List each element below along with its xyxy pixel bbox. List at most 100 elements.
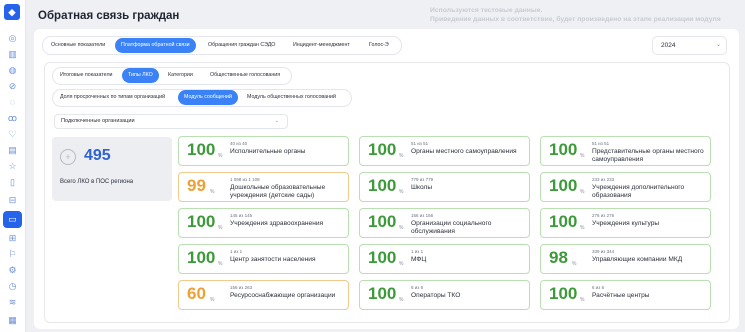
tab-votes-module[interactable]: Модуль общественных голосований bbox=[241, 90, 342, 105]
org-type-tile[interactable]: 100% 276 из 276 Учреждения культуры bbox=[540, 208, 711, 238]
document-icon[interactable]: ▯ bbox=[6, 176, 19, 189]
chat-icon[interactable]: ◌ bbox=[6, 96, 19, 109]
tile-count: 51 из 51 bbox=[411, 141, 429, 146]
total-lko-card: + 495 Всего ЛКО в ПОС региона bbox=[52, 137, 172, 201]
tab-messages-module[interactable]: Модуль сообщений bbox=[178, 90, 238, 105]
org-type-tile[interactable]: 100% 51 из 51 Органы местного самоуправлен… bbox=[359, 136, 530, 166]
org-type-tile[interactable]: 99% 1 098 из 1 108 Дошкольные образователь… bbox=[178, 172, 349, 202]
tab-feedback-platform[interactable]: Платформа обратной связи bbox=[115, 38, 196, 53]
tab-incident-management[interactable]: Инцидент-менеджмент bbox=[287, 38, 356, 53]
tile-percent-sign: % bbox=[399, 153, 404, 159]
tile-percent: 100 bbox=[187, 248, 216, 267]
tile-org-type: Управляющие компании МКД bbox=[592, 256, 683, 263]
tab-overdue-share[interactable]: Доля просроченных по типам организаций bbox=[54, 90, 171, 105]
organization-icon: + bbox=[60, 149, 76, 165]
bank-icon[interactable]: ⊞ bbox=[6, 232, 19, 245]
tab-public-votes[interactable]: Общественные голосования bbox=[204, 68, 286, 83]
chevron-down-icon: ⌄ bbox=[715, 42, 721, 48]
tile-percent: 100 bbox=[368, 140, 397, 159]
tile-percent-sign: % bbox=[399, 261, 404, 267]
org-type-tile[interactable]: 100% 1 из 1 МФЦ bbox=[359, 244, 530, 274]
tile-count: 40 из 40 bbox=[230, 141, 248, 146]
tile-org-type: Ресурсоснабжающие организации bbox=[230, 292, 336, 299]
flag-icon[interactable]: ⚐ bbox=[6, 248, 19, 261]
tile-percent: 100 bbox=[549, 212, 578, 231]
org-type-tile[interactable]: 100% 6 из 6 Операторы ТКО bbox=[359, 280, 530, 310]
tile-org-type: Расчётные центры bbox=[592, 292, 650, 299]
tile-count: 6 из 6 bbox=[592, 285, 605, 290]
org-type-tile[interactable]: 98% 339 из 344 Управляющие компании МКД bbox=[540, 244, 711, 274]
tile-count: 1 098 из 1 108 bbox=[230, 177, 260, 182]
tile-org-type: Учреждения дополнительного образования bbox=[592, 184, 685, 199]
tile-percent-sign: % bbox=[210, 189, 215, 195]
org-type-tile[interactable]: 100% 40 из 40 Исполнительные органы bbox=[178, 136, 349, 166]
tile-org-type: МФЦ bbox=[411, 256, 427, 263]
list-icon[interactable]: ▦ bbox=[6, 314, 19, 327]
tile-percent-sign: % bbox=[572, 261, 577, 267]
tile-percent: 100 bbox=[368, 284, 397, 303]
tab-lko-types[interactable]: Типы ЛКО bbox=[122, 68, 159, 83]
tile-count: 51 из 51 bbox=[592, 141, 610, 146]
tile-count: 6 из 6 bbox=[411, 285, 424, 290]
test-data-notice: Используются тестовые данные. Приведение… bbox=[430, 7, 721, 23]
tile-count: 1 из 1 bbox=[411, 249, 424, 254]
tile-count: 145 из 145 bbox=[230, 213, 253, 218]
tab-categories[interactable]: Категории bbox=[162, 68, 199, 83]
tile-percent-sign: % bbox=[399, 189, 404, 195]
layers-icon[interactable]: ≋ bbox=[6, 296, 19, 309]
org-type-tile[interactable]: 100% 145 из 145 Учреждения здравоохранения bbox=[178, 208, 349, 238]
tile-org-type: Центр занятости населения bbox=[230, 256, 316, 263]
tile-count: 779 из 779 bbox=[411, 177, 434, 182]
org-type-tile[interactable]: 60% 156 из 263 Ресурсоснабжающие организац… bbox=[178, 280, 349, 310]
tile-org-type: Учреждения культуры bbox=[592, 220, 660, 227]
feedback-icon[interactable]: ▭ bbox=[3, 211, 22, 228]
tile-org-type: Дошкольные образовательные учреждения (д… bbox=[230, 184, 326, 199]
tile-percent: 100 bbox=[187, 140, 216, 159]
tile-count: 233 из 233 bbox=[592, 177, 615, 182]
org-type-tile[interactable]: 100% 6 из 6 Расчётные центры bbox=[540, 280, 711, 310]
tile-percent: 100 bbox=[549, 284, 578, 303]
logo-icon[interactable]: ◆ bbox=[4, 4, 20, 20]
org-type-tile[interactable]: 100% 51 из 51 Представительные органы мест… bbox=[540, 136, 711, 166]
tab-golos[interactable]: Голос-Э bbox=[363, 38, 395, 53]
tile-percent: 100 bbox=[549, 140, 578, 159]
chart-icon[interactable]: ▤ bbox=[6, 144, 19, 157]
org-type-tile[interactable]: 100% 156 из 156 Организации социального об… bbox=[359, 208, 530, 238]
print-icon[interactable]: ⊟ bbox=[6, 194, 19, 207]
building-icon[interactable]: ▥ bbox=[6, 48, 19, 61]
clock-icon[interactable]: ◷ bbox=[6, 280, 19, 293]
heart-icon[interactable]: ♡ bbox=[6, 128, 19, 141]
tile-percent: 100 bbox=[187, 212, 216, 231]
settings-icon[interactable]: ⚙ bbox=[6, 264, 19, 277]
tile-org-type: Операторы ТКО bbox=[411, 292, 461, 299]
tile-count: 339 из 344 bbox=[592, 249, 615, 254]
tab-summary[interactable]: Итоговые показатели bbox=[54, 68, 119, 83]
users-icon[interactable]: ꝏ bbox=[6, 112, 19, 125]
tile-percent-sign: % bbox=[580, 189, 585, 195]
total-lko-label: Всего ЛКО в ПОС региона bbox=[60, 179, 134, 185]
org-type-tile[interactable]: 100% 779 из 779 Школы bbox=[359, 172, 530, 202]
tab-sedo-appeals[interactable]: Обращения граждан СЭДО bbox=[202, 38, 281, 53]
star-icon[interactable]: ☆ bbox=[6, 160, 19, 173]
org-type-tile[interactable]: 100% 233 из 233 Учреждения дополнительного… bbox=[540, 172, 711, 202]
tile-count: 276 из 276 bbox=[592, 213, 615, 218]
organizations-select[interactable]: Подключенные организации ⌄ bbox=[54, 114, 288, 129]
tile-org-type: Учреждения здравоохранения bbox=[230, 220, 324, 227]
tile-percent: 60 bbox=[187, 284, 206, 303]
dashboard-icon[interactable]: ◎ bbox=[6, 32, 19, 45]
tile-percent: 100 bbox=[549, 176, 578, 195]
tile-percent: 98 bbox=[549, 248, 568, 267]
tab-main-indicators[interactable]: Основные показатели bbox=[45, 38, 111, 53]
tile-percent-sign: % bbox=[210, 297, 215, 303]
tile-percent-sign: % bbox=[218, 153, 223, 159]
tile-org-type: Представительные органы местного самоупр… bbox=[592, 148, 704, 163]
tile-org-type: Исполнительные органы bbox=[230, 148, 306, 155]
sidebar: ◆ ◎ ▥ ◍ ⊘ ◌ ꝏ ♡ ▤ ☆ ▯ ⊟ ▭ ⊞ ⚐ ⚙ ◷ ≋ ▦ bbox=[0, 0, 26, 332]
globe-icon[interactable]: ◍ bbox=[6, 64, 19, 77]
link-icon[interactable]: ⊘ bbox=[6, 80, 19, 93]
tile-count: 156 из 263 bbox=[230, 285, 253, 290]
org-type-tile[interactable]: 100% 1 из 1 Центр занятости населения bbox=[178, 244, 349, 274]
tile-percent-sign: % bbox=[218, 261, 223, 267]
year-select[interactable]: 2024 ⌄ bbox=[652, 36, 727, 55]
tile-percent: 100 bbox=[368, 176, 397, 195]
